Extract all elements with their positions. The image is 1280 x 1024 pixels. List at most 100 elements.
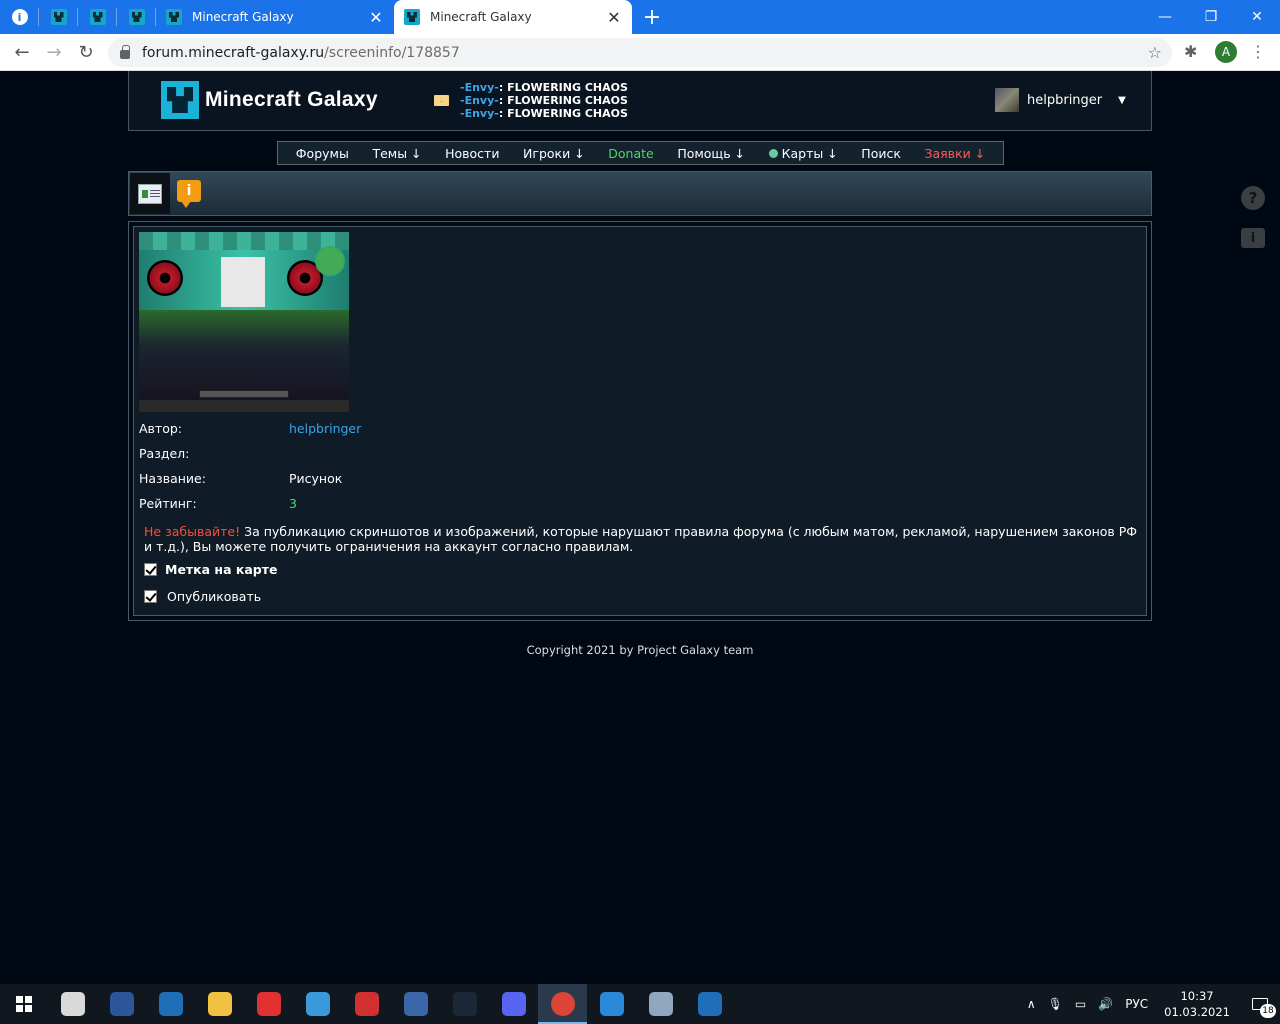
app-13-icon: [648, 992, 673, 1016]
taskbar-word[interactable]: [97, 984, 146, 1024]
news-item[interactable]: -Envy-: FLOWERING CHAOS: [460, 107, 628, 120]
windows-icon: [16, 996, 32, 1012]
taskbar-app-12[interactable]: [587, 984, 636, 1024]
tray-expand-icon[interactable]: ∧: [1021, 997, 1042, 1011]
browser-menu-icon[interactable]: ⋮: [1250, 44, 1266, 60]
chevron-down-icon[interactable]: ▼: [1118, 95, 1126, 106]
id-card-icon: [138, 183, 162, 204]
taskbar-chrome[interactable]: [538, 984, 587, 1024]
address-bar-row: ← → ↻ forum.minecraft-galaxy.ru/screenin…: [0, 34, 1280, 71]
taskbar-app-6[interactable]: [293, 984, 342, 1024]
screenshot-thumbnail[interactable]: [139, 232, 349, 412]
author-label: Автор:: [139, 421, 182, 436]
user-menu[interactable]: helpbringer ▼: [995, 88, 1126, 112]
menu-forums[interactable]: Форумы: [296, 146, 349, 161]
app-1-icon: [60, 992, 85, 1016]
menu-search[interactable]: Поиск: [861, 146, 901, 161]
app-5-icon: [256, 992, 281, 1016]
taskbar: ∧ 🎙 ▭ 🔊 РУС 10:37 01.03.2021 18: [0, 984, 1280, 1024]
close-tab-icon[interactable]: ✕: [606, 8, 622, 27]
volume-icon[interactable]: 🔊: [1092, 997, 1119, 1011]
minimize-button[interactable]: —: [1142, 0, 1188, 34]
rating-value: 3: [289, 496, 297, 511]
app-8-icon: [403, 992, 428, 1016]
tab-pinned-1[interactable]: i: [0, 0, 39, 34]
tab-pinned-2[interactable]: [39, 0, 78, 34]
url-text[interactable]: forum.minecraft-galaxy.ru/screeninfo/178…: [142, 45, 460, 61]
warning-head: Не забывайте!: [144, 524, 241, 539]
menu-topics[interactable]: Темы ↓: [372, 146, 421, 161]
avatar[interactable]: [995, 88, 1019, 112]
warning-text: За публикацию скриншотов и изображений, …: [144, 524, 1138, 554]
profile-avatar[interactable]: A: [1215, 41, 1237, 63]
rules-warning: Не забывайте! За публикацию скриншотов и…: [144, 524, 1144, 554]
mail-icon[interactable]: [434, 95, 449, 106]
start-button[interactable]: [0, 984, 48, 1024]
menu-donate[interactable]: Donate: [608, 146, 653, 161]
info-icon: i: [11, 9, 28, 25]
name-label: Название:: [139, 471, 206, 486]
tab-minecraft-galaxy-active[interactable]: Minecraft Galaxy ✕: [394, 0, 632, 34]
globe-icon: [768, 148, 778, 158]
restore-button[interactable]: ❐: [1188, 0, 1234, 34]
info-bubble-icon[interactable]: i: [177, 180, 201, 208]
author-link[interactable]: helpbringer: [289, 421, 361, 436]
name-value: Рисунок: [289, 471, 343, 486]
app-6-icon: [305, 992, 330, 1016]
lock-icon[interactable]: [120, 44, 130, 59]
taskbar-app-14[interactable]: [685, 984, 734, 1024]
menu-help[interactable]: Помощь ↓: [677, 146, 745, 161]
clock[interactable]: 10:37 01.03.2021: [1154, 988, 1240, 1020]
forward-icon[interactable]: →: [38, 42, 70, 63]
bookmark-star-icon[interactable]: ☆: [1148, 43, 1162, 62]
explorer-icon: [207, 992, 232, 1016]
app-3-icon: [158, 992, 183, 1016]
taskbar-app-5[interactable]: [244, 984, 293, 1024]
username[interactable]: helpbringer: [1027, 93, 1102, 108]
menu-maps[interactable]: Карты ↓: [768, 146, 838, 161]
publish-checkbox[interactable]: [144, 590, 157, 603]
close-tab-icon[interactable]: ✕: [368, 8, 384, 27]
extensions-icon[interactable]: ✱: [1184, 42, 1197, 61]
rating-row: Рейтинг: 3: [139, 496, 297, 511]
menu-requests[interactable]: Заявки ↓: [924, 146, 985, 161]
new-tab-button[interactable]: +: [632, 0, 672, 34]
network-icon[interactable]: ▭: [1069, 997, 1092, 1011]
name-row: Название: Рисунок: [139, 471, 342, 486]
microphone-icon[interactable]: 🎙: [1042, 997, 1069, 1011]
menu-news[interactable]: Новости: [445, 146, 499, 161]
notification-center-button[interactable]: 18: [1240, 984, 1280, 1024]
omnibox[interactable]: forum.minecraft-galaxy.ru/screeninfo/178…: [108, 38, 1172, 67]
tab-pinned-3[interactable]: [78, 0, 117, 34]
tab-minecraft-galaxy-1[interactable]: Minecraft Galaxy ✕: [156, 0, 394, 34]
news-item[interactable]: -Envy-: FLOWERING CHAOS: [460, 94, 628, 107]
map-mark-checkbox-row[interactable]: Метка на карте: [144, 562, 277, 577]
creeper-icon: [166, 9, 182, 25]
screen-info-button[interactable]: [130, 173, 170, 214]
tab-pinned-4[interactable]: [117, 0, 156, 34]
info-side-icon[interactable]: i: [1241, 228, 1265, 248]
taskbar-discord[interactable]: [489, 984, 538, 1024]
chrome-icon: [550, 992, 575, 1016]
site-brand[interactable]: Minecraft Galaxy: [205, 88, 378, 112]
clock-date: 01.03.2021: [1164, 1005, 1230, 1019]
creeper-logo-icon[interactable]: [161, 81, 199, 119]
taskbar-app-7[interactable]: [342, 984, 391, 1024]
taskbar-steam[interactable]: [440, 984, 489, 1024]
taskbar-app-13[interactable]: [636, 984, 685, 1024]
taskbar-app-3[interactable]: [146, 984, 195, 1024]
menu-players[interactable]: Игроки ↓: [523, 146, 585, 161]
language-indicator[interactable]: РУС: [1119, 997, 1154, 1011]
taskbar-explorer[interactable]: [195, 984, 244, 1024]
map-mark-checkbox[interactable]: [144, 563, 157, 576]
taskbar-app-8[interactable]: [391, 984, 440, 1024]
system-tray: ∧ 🎙 ▭ 🔊 РУС 10:37 01.03.2021 18: [1021, 984, 1280, 1024]
back-icon[interactable]: ←: [6, 42, 38, 63]
close-window-button[interactable]: ✕: [1234, 0, 1280, 34]
publish-checkbox-row[interactable]: Опубликовать: [144, 589, 261, 604]
reload-icon[interactable]: ↻: [70, 42, 102, 63]
taskbar-apps: [48, 984, 734, 1024]
help-icon[interactable]: ?: [1241, 186, 1265, 210]
taskbar-app-1[interactable]: [48, 984, 97, 1024]
news-item[interactable]: -Envy-: FLOWERING CHAOS: [460, 81, 628, 94]
